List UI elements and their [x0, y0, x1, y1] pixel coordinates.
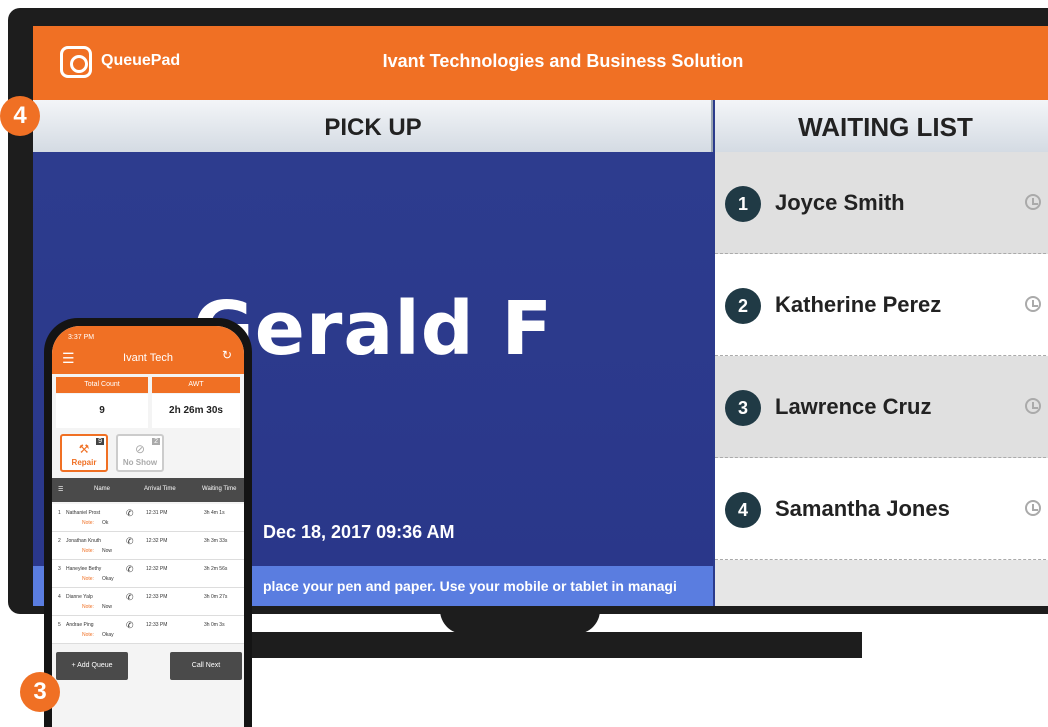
service-repair[interactable]: ⚒ 9 Repair — [60, 434, 108, 472]
row-num: 4 — [58, 594, 61, 600]
service-count: 9 — [96, 438, 104, 445]
step-badge-tv: 4 — [0, 96, 40, 136]
pickup-datetime: Dec 18, 2017 09:36 AM — [263, 522, 455, 542]
col-name: Name — [94, 486, 111, 492]
row-time: 12:32 PM — [146, 538, 168, 544]
row-name: Haneylee Bethy — [66, 566, 102, 572]
call-next-button[interactable]: Call Next — [170, 652, 242, 680]
clock-icon — [1025, 194, 1041, 210]
queue-row[interactable]: 2 Jonathan Knuth Note: Now ✆ 12:32 PM 3h… — [52, 532, 244, 560]
waiting-row: 3 Lawrence Cruz — [715, 356, 1048, 458]
row-name: Andrae Ping — [66, 622, 94, 628]
row-num: 1 — [58, 510, 61, 516]
waiting-empty-row — [715, 560, 1048, 606]
queuepad-logo-icon — [60, 46, 92, 78]
row-wait: 3h 4m 1s — [204, 510, 225, 516]
status-time: 3:37 PM — [68, 334, 95, 341]
row-num: 3 — [58, 566, 61, 572]
row-wait: 3h 3m 33s — [204, 538, 228, 544]
waiting-name: Samantha Jones — [775, 496, 950, 521]
waiting-title: WAITING LIST — [798, 112, 973, 142]
row-num: 2 — [58, 538, 61, 544]
col-arrival: Arrival Time — [144, 486, 176, 492]
waiting-name: Joyce Smith — [775, 190, 905, 215]
clock-icon — [1025, 296, 1041, 312]
phone-call-icon[interactable]: ✆ — [126, 592, 134, 603]
queue-number: 3 — [725, 390, 761, 426]
row-note-label: Note: — [82, 604, 94, 610]
service-label: No Show — [122, 458, 158, 467]
queue-row[interactable]: 3 Haneylee Bethy Note: Okay ✆ 12:32 PM 3… — [52, 560, 244, 588]
brand-name: QueuePad — [101, 52, 181, 69]
app-header: QueuePad Ivant Technologies and Business… — [33, 26, 1048, 100]
tv-base — [222, 632, 862, 658]
row-note: Ok — [102, 520, 109, 526]
service-label: Repair — [71, 458, 97, 467]
row-note-label: Note: — [82, 520, 94, 526]
pickup-header: PICK UP — [33, 100, 713, 152]
company-name: Ivant Technologies and Business Solution — [382, 51, 744, 71]
scene: QueuePad Ivant Technologies and Business… — [0, 0, 1048, 727]
list-icon: ☰ — [58, 487, 64, 493]
phone-call-icon[interactable]: ✆ — [126, 508, 134, 519]
row-note-label: Note: — [82, 548, 94, 554]
step-badge-phone: 3 — [20, 672, 60, 712]
row-note: Okay — [102, 632, 114, 638]
row-wait: 3h 2m 56s — [204, 566, 228, 572]
row-note: Now — [102, 604, 113, 610]
waiting-row: 4 Samantha Jones — [715, 458, 1048, 560]
phone-call-icon[interactable]: ✆ — [126, 620, 134, 631]
waiting-row: 1 Joyce Smith — [715, 152, 1048, 254]
pickup-title: PICK UP — [324, 114, 422, 141]
row-time: 12:32 PM — [146, 566, 168, 572]
phone-app-bar: 3:37 PM ☰ Ivant Tech ↻ — [52, 326, 244, 374]
ticker-text: place your pen and paper. Use your mobil… — [263, 578, 677, 594]
awt-label: AWT — [152, 377, 240, 393]
row-note-label: Note: — [82, 632, 94, 638]
row-note-label: Note: — [82, 576, 94, 582]
queue-row[interactable]: 1 Nathaniel Prost Note: Ok ✆ 12:31 PM 3h… — [52, 504, 244, 532]
queue-row[interactable]: 4 Dianne Yalp Note: Now ✆ 12:33 PM 3h 0m… — [52, 588, 244, 616]
row-note: Okay — [102, 576, 114, 582]
row-name: Jonathan Knuth — [66, 538, 102, 544]
waiting-name: Lawrence Cruz — [775, 394, 932, 419]
refresh-icon[interactable]: ↻ — [222, 348, 232, 362]
phone-call-icon[interactable]: ✆ — [126, 536, 134, 547]
row-time: 12:33 PM — [146, 594, 168, 600]
clock-icon — [1025, 500, 1041, 516]
total-count-value: 9 — [56, 394, 148, 428]
queue-number: 2 — [725, 288, 761, 324]
row-num: 5 — [58, 622, 61, 628]
total-count-label: Total Count — [56, 377, 148, 393]
row-time: 12:33 PM — [146, 622, 168, 628]
queue-number: 1 — [725, 186, 761, 222]
row-name: Dianne Yalp — [66, 594, 93, 600]
service-count: 2 — [152, 438, 160, 445]
row-time: 12:31 PM — [146, 510, 168, 516]
waiting-name: Katherine Perez — [775, 292, 942, 317]
phone-screen: 3:37 PM ☰ Ivant Tech ↻ Total Count AWT 9… — [52, 326, 244, 727]
tv-stand — [440, 610, 600, 634]
row-name: Nathaniel Prost — [66, 510, 101, 516]
add-queue-button[interactable]: + Add Queue — [56, 652, 128, 680]
waiting-header: WAITING LIST — [715, 100, 1048, 152]
queue-number: 4 — [725, 492, 761, 528]
waiting-row: 2 Katherine Perez — [715, 254, 1048, 356]
awt-value: 2h 26m 30s — [152, 394, 240, 428]
phone-frame: 3:37 PM ☰ Ivant Tech ↻ Total Count AWT 9… — [44, 318, 252, 727]
row-wait: 3h 0m 3s — [204, 622, 225, 628]
row-note: Now — [102, 548, 113, 554]
col-waiting: Waiting Time — [202, 486, 237, 492]
clock-icon — [1025, 398, 1041, 414]
row-wait: 3h 0m 27s — [204, 594, 228, 600]
phone-app-title: Ivant Tech — [123, 352, 173, 364]
phone-call-icon[interactable]: ✆ — [126, 564, 134, 575]
queue-table-header: ☰ Name Arrival Time Waiting Time — [52, 478, 244, 502]
service-no-show[interactable]: ⊘ 2 No Show — [116, 434, 164, 472]
queue-row[interactable]: 5 Andrae Ping Note: Okay ✆ 12:33 PM 3h 0… — [52, 616, 244, 644]
